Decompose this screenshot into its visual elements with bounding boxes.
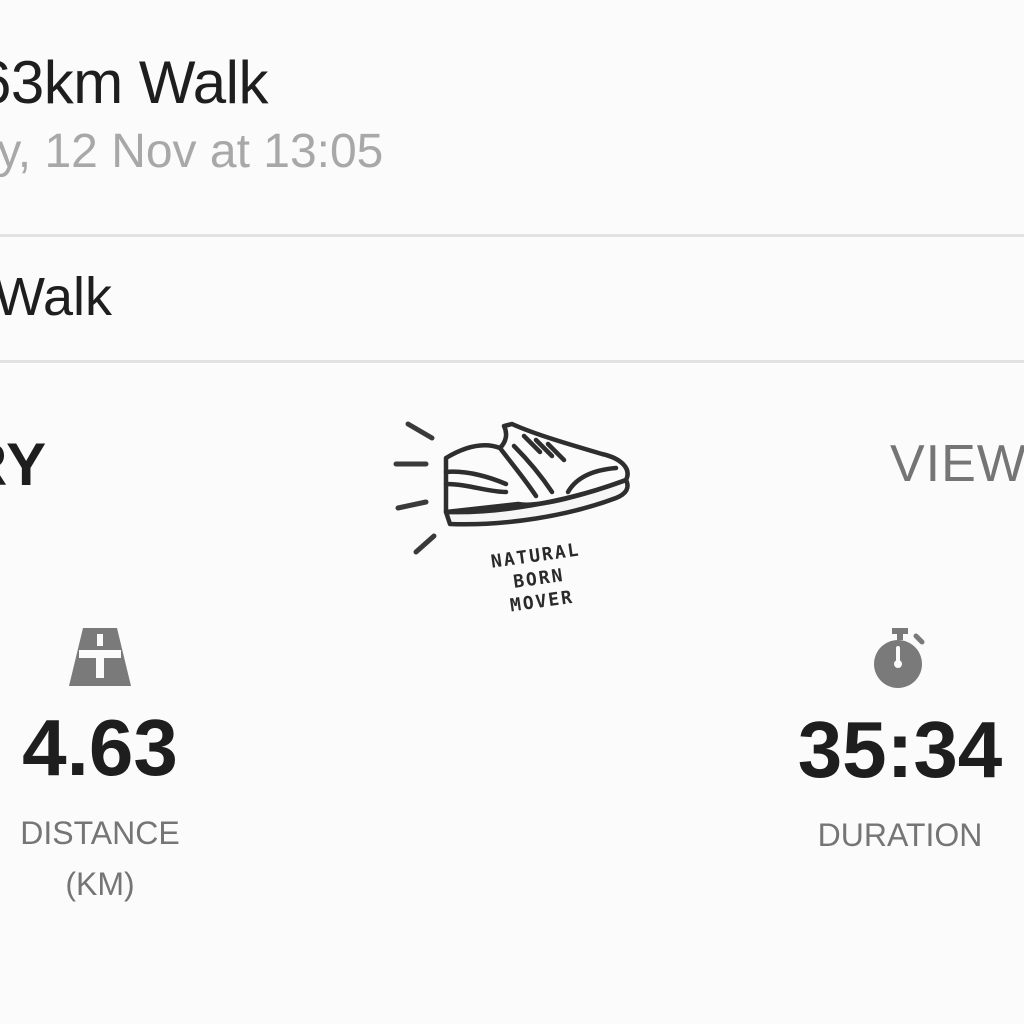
stat-distance: 4.63 DISTANCE (KM) — [0, 628, 200, 906]
activity-type-field[interactable]: Walk — [0, 266, 112, 328]
stat-duration: 35:34 DURATION — [780, 628, 1020, 857]
distance-value: 4.63 — [22, 703, 178, 792]
road-icon — [69, 628, 131, 686]
sneaker-icon — [443, 421, 630, 527]
summary-header: RY — [0, 431, 48, 498]
activity-title: 63km Walk — [0, 49, 269, 116]
activity-datetime: lay, 12 Nov at 13:05 — [0, 125, 384, 178]
distance-unit: (KM) — [65, 866, 135, 903]
divider — [0, 360, 1024, 363]
duration-label: DURATION — [817, 817, 983, 853]
stopwatch-icon — [874, 628, 925, 688]
distance-label: DISTANCE — [20, 815, 180, 851]
motion-lines-icon — [393, 421, 437, 555]
duration-value: 35:34 — [797, 705, 1003, 794]
sneaker-badge-icon[interactable]: NATURAL BORN MOVER — [388, 412, 638, 612]
view-all-button[interactable]: VIEW A — [890, 434, 1024, 494]
divider — [0, 234, 1024, 237]
